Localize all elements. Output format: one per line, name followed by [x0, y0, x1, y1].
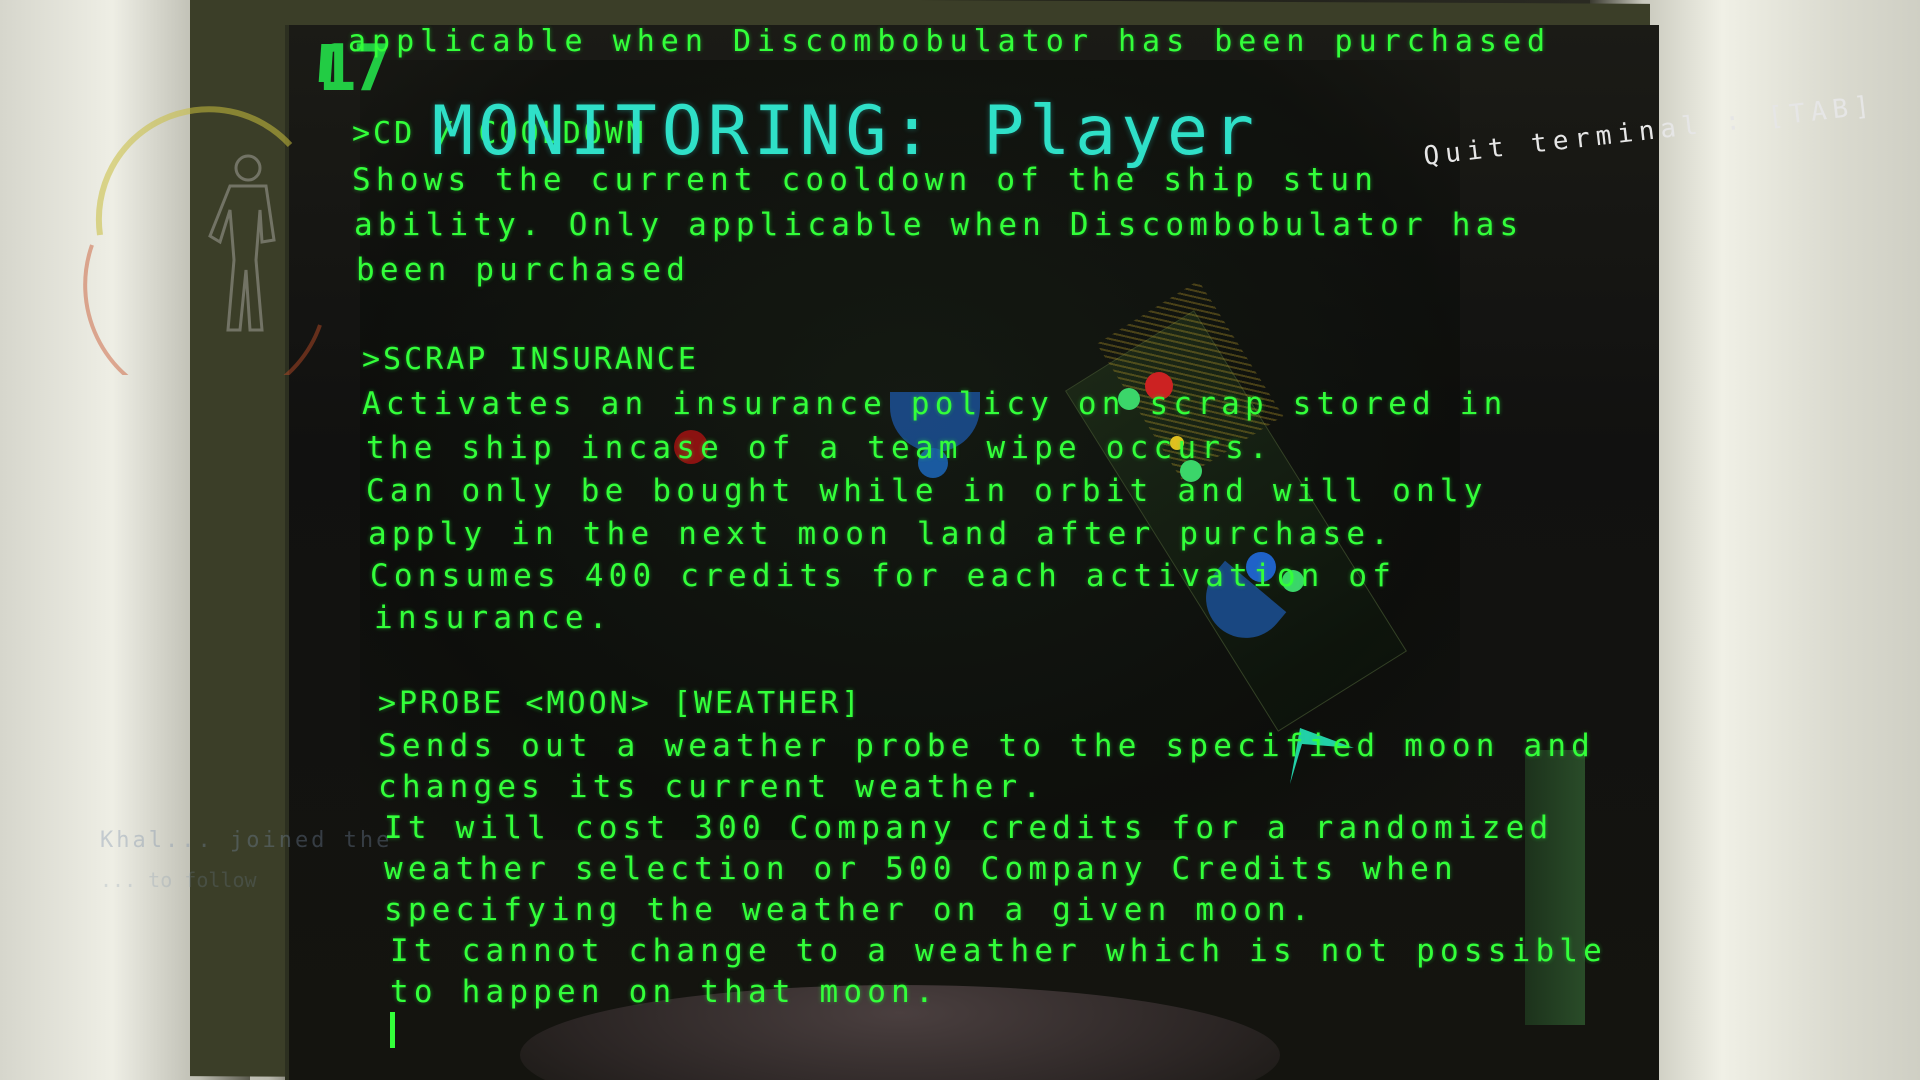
game-scene: 17 Khal... joined the ... to follow appl…: [0, 0, 1920, 1080]
probe-desc-line: It will cost 300 Company credits for a r…: [384, 810, 1554, 846]
chat-message: Khal... joined the: [100, 828, 393, 853]
probe-desc-line: changes its current weather.: [378, 769, 1047, 805]
terminal-line-top: applicable when Discombobulator has been…: [348, 24, 1552, 59]
insurance-desc-line: apply in the next moon land after purcha…: [368, 516, 1395, 552]
probe-desc-line: Sends out a weather probe to the specifi…: [378, 728, 1596, 764]
probe-desc-line: weather selection or 500 Company Credits…: [384, 851, 1458, 887]
monitoring-title: MONITORING: Player: [432, 92, 1259, 171]
insurance-header: >SCRAP INSURANCE: [362, 342, 699, 377]
player-health-silhouette-icon: [208, 154, 276, 332]
insurance-desc-line: the ship incase of a team wipe occurs.: [366, 430, 1273, 466]
probe-desc-line: specifying the weather on a given moon.: [384, 892, 1315, 928]
insurance-desc-line: insurance.: [374, 600, 613, 636]
probe-desc-line: It cannot change to a weather which is n…: [390, 933, 1608, 969]
terminal-input-caret[interactable]: [390, 1012, 395, 1048]
chat-message-faint: ... to follow: [100, 868, 257, 892]
insurance-desc-line: Consumes 400 credits for each activation…: [370, 558, 1397, 594]
insurance-desc-line: Activates an insurance policy on scrap s…: [362, 386, 1508, 422]
cooldown-desc-line: Shows the current cooldown of the ship s…: [352, 162, 1379, 198]
probe-desc-line: to happen on that moon.: [390, 974, 939, 1010]
cooldown-desc-line: ability. Only applicable when Discombobu…: [354, 207, 1524, 243]
cooldown-desc-line: been purchased: [356, 252, 691, 288]
probe-header: >PROBE <MOON> [WEATHER]: [378, 686, 863, 721]
stamina-bar: [1525, 750, 1585, 1025]
insurance-desc-line: Can only be bought while in orbit and wi…: [366, 473, 1488, 509]
